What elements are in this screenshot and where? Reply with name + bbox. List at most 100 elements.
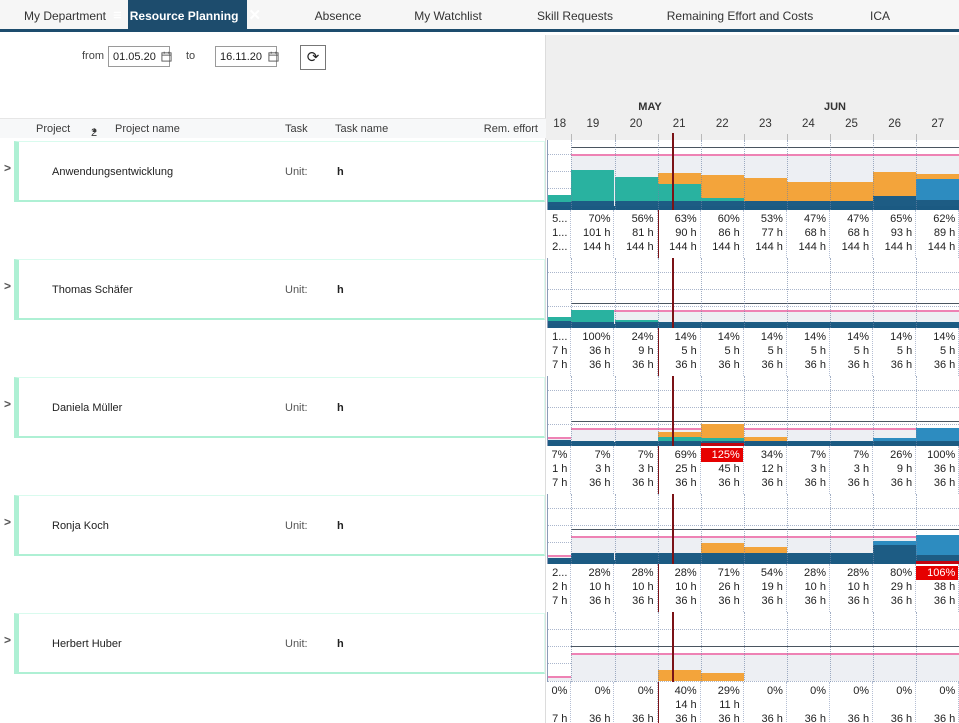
capacity-hours: 36 h — [615, 476, 654, 490]
utilization-percent: 28% — [830, 566, 869, 580]
week-values-cell: 7%3 h36 h — [787, 446, 830, 494]
capacity-hours: 36 h — [615, 358, 654, 372]
week-values-cell: 2...2 h7 h — [548, 564, 571, 612]
max-capacity-line — [571, 646, 959, 647]
week-values-cell: 14%5 h36 h — [701, 328, 744, 376]
baseline-axis — [548, 324, 959, 328]
allocation-bar-teal — [548, 195, 571, 202]
column-header-project[interactable]: Project — [36, 123, 70, 135]
tab-my-department[interactable]: My Department — [2, 0, 128, 32]
allocation-bar-teal — [571, 170, 614, 201]
gridline — [916, 258, 917, 328]
grid-column-headers: Project 2▲ Project name Task Task name R… — [0, 118, 546, 138]
gridline — [873, 140, 874, 210]
calendar-icon[interactable] — [161, 51, 172, 62]
unit-value: h — [337, 402, 344, 414]
planned-hours: 36 h — [916, 462, 955, 476]
week-values-cell: 80%29 h36 h — [873, 564, 916, 612]
refresh-button[interactable]: ⟳ — [300, 45, 326, 70]
planned-hours — [571, 698, 610, 712]
column-header-task-name[interactable]: Task name — [335, 123, 388, 135]
resource-card[interactable]: Daniela MüllerUnit:h — [14, 377, 545, 438]
planned-hours: 10 h — [571, 580, 610, 594]
tab-my-watchlist[interactable]: My Watchlist — [388, 0, 508, 32]
week-values-cell: 0%36 h — [830, 682, 873, 723]
gridline — [830, 258, 831, 328]
gridline — [548, 407, 959, 408]
gridline — [873, 612, 874, 682]
utilization-percent: 14% — [744, 330, 783, 344]
gridline — [701, 258, 702, 328]
utilization-numbers: 0%7 h0%36 h0%36 h40%14 h36 h29%11 h36 h0… — [546, 682, 959, 723]
gridline — [873, 258, 874, 328]
overload-marker — [916, 561, 959, 564]
planned-hours — [744, 698, 783, 712]
allocation-bar-orange — [916, 174, 959, 179]
utilization-percent: 14% — [916, 330, 955, 344]
column-header-rem-effort[interactable]: Rem. effort — [438, 123, 538, 135]
tab-resource-planning[interactable]: ≡Resource Planning✕ — [128, 0, 247, 32]
capacity-hours: 36 h — [916, 358, 955, 372]
week-values-cell: 63%90 h144 h — [658, 210, 701, 258]
week-values-cell: 47%68 h144 h — [830, 210, 873, 258]
resource-card[interactable]: Ronja KochUnit:h — [14, 495, 545, 556]
utilization-percent: 28% — [571, 566, 610, 580]
gridline — [615, 612, 616, 682]
utilization-percent: 80% — [873, 566, 912, 580]
utilization-percent: 14% — [830, 330, 869, 344]
to-date-field[interactable] — [215, 46, 277, 67]
week-values-cell: 53%77 h144 h — [744, 210, 787, 258]
utilization-percent: 28% — [659, 566, 697, 580]
utilization-percent: 70% — [571, 212, 610, 226]
to-label: to — [186, 50, 195, 62]
week-values-cell: 7%3 h36 h — [571, 446, 614, 494]
calendar-icon[interactable] — [268, 51, 279, 62]
capacity-hours: 2... — [548, 240, 567, 254]
capacity-hours: 144 h — [873, 240, 912, 254]
today-line — [672, 376, 674, 446]
week-values-cell: 1...7 h7 h — [548, 328, 571, 376]
planned-hours: 9 h — [615, 344, 654, 358]
capacity-hours: 36 h — [571, 594, 610, 608]
utilization-percent: 14% — [787, 330, 826, 344]
resource-card[interactable]: Thomas SchäferUnit:h — [14, 259, 545, 320]
utilization-percent: 14% — [701, 330, 740, 344]
planned-hours: 9 h — [873, 462, 912, 476]
capacity-hours: 36 h — [744, 358, 783, 372]
tab-skill-requests[interactable]: Skill Requests — [512, 0, 638, 32]
allocation-bar-teal — [571, 310, 614, 322]
tab-absence[interactable]: Absence — [283, 0, 393, 32]
week-values-cell: 14%5 h36 h — [787, 328, 830, 376]
to-date-input[interactable] — [220, 51, 268, 63]
column-header-project-name[interactable]: Project name — [115, 123, 180, 135]
planned-hours — [830, 698, 869, 712]
unit-label: Unit: — [285, 166, 308, 178]
utilization-chart — [546, 612, 959, 682]
utilization-percent: 0% — [571, 684, 610, 698]
baseline-axis — [548, 560, 959, 564]
allocation-bar-orange — [658, 432, 701, 437]
week-values-cell: 28%10 h36 h — [787, 564, 830, 612]
utilization-percent: 1... — [548, 330, 567, 344]
gridline — [571, 258, 572, 328]
utilization-percent: 28% — [615, 566, 654, 580]
week-label: 25 — [830, 118, 873, 130]
from-date-field[interactable] — [108, 46, 170, 67]
capacity-hours: 36 h — [744, 712, 783, 723]
week-values-cell: 0%36 h — [916, 682, 959, 723]
tab-remaining-effort-and-costs[interactable]: Remaining Effort and Costs — [652, 0, 828, 32]
planned-hours: 68 h — [787, 226, 826, 240]
gridline — [787, 258, 788, 328]
resource-name: Herbert Huber — [52, 638, 122, 650]
resource-card[interactable]: AnwendungsentwicklungUnit:h — [14, 141, 545, 202]
utilization-percent: 2... — [548, 566, 567, 580]
from-date-input[interactable] — [113, 51, 161, 63]
close-tab-icon[interactable]: ✕ — [248, 0, 261, 32]
utilization-percent: 53% — [744, 212, 783, 226]
week-values-cell: 106%38 h36 h — [916, 564, 959, 612]
resource-card[interactable]: Herbert HuberUnit:h — [14, 613, 545, 674]
menu-icon[interactable]: ≡ — [113, 0, 122, 32]
column-header-task[interactable]: Task — [285, 123, 308, 135]
tab-ica[interactable]: ICA — [845, 0, 915, 32]
gridline — [701, 140, 702, 210]
